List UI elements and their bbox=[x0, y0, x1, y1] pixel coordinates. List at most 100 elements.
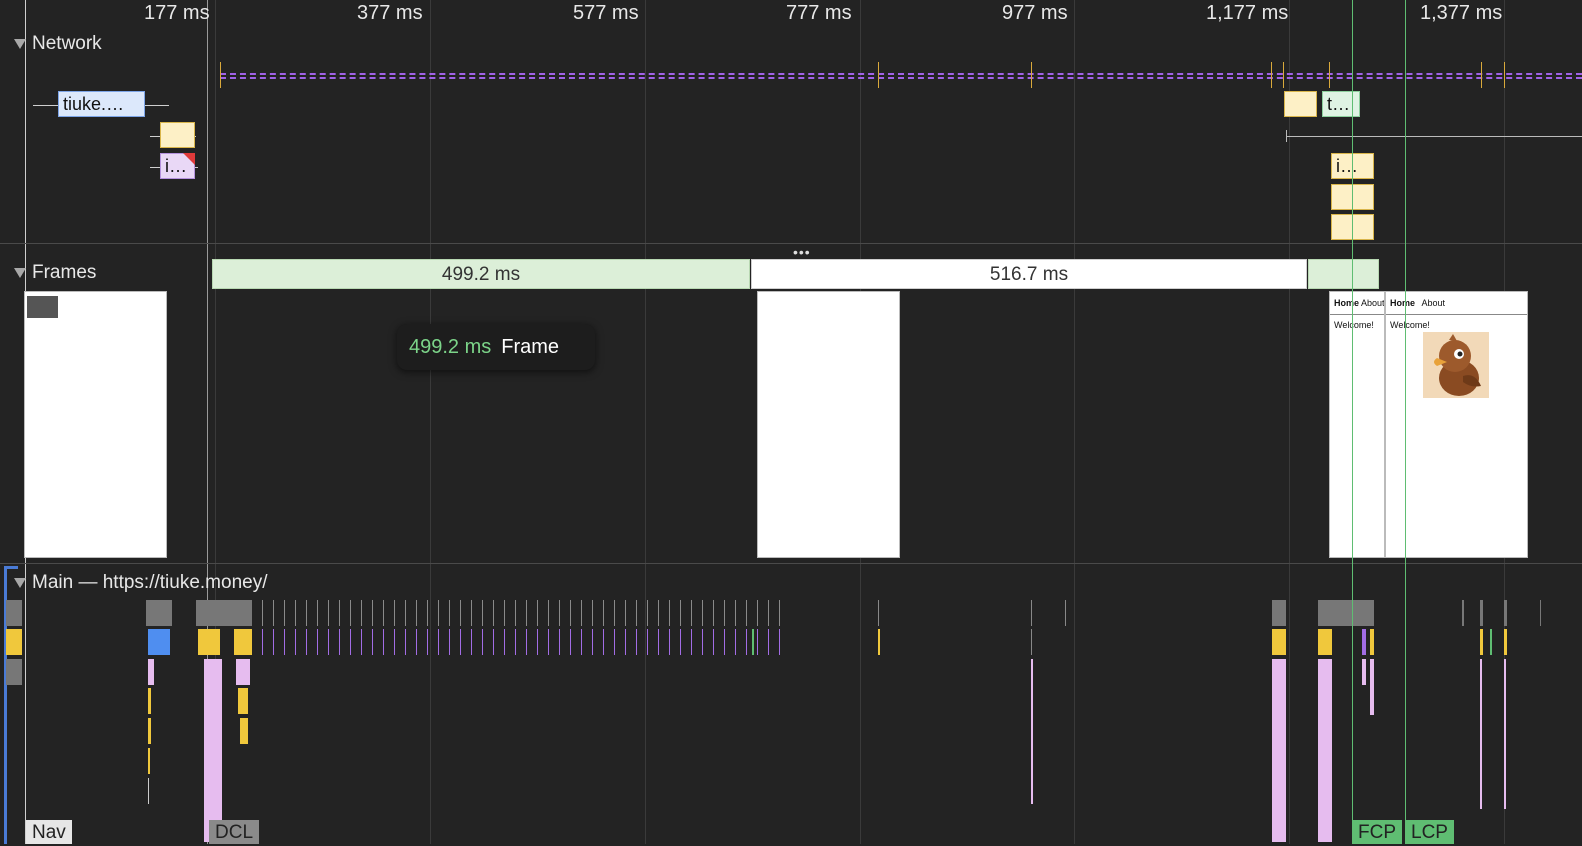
screenshot-nav-about: About bbox=[1421, 298, 1446, 308]
screenshot-dark-rect bbox=[27, 296, 58, 318]
task-tick bbox=[570, 600, 571, 626]
network-request-bar[interactable] bbox=[1284, 91, 1317, 117]
ruler-label: 977 ms bbox=[1002, 2, 1068, 24]
frame-block[interactable]: 499.2 ms bbox=[212, 259, 750, 289]
task-tick bbox=[339, 629, 340, 655]
task-tick bbox=[317, 629, 318, 655]
dcl-marker[interactable]: DCL bbox=[209, 820, 260, 844]
frame-screenshot[interactable] bbox=[24, 291, 167, 558]
task-tick bbox=[548, 629, 549, 655]
task-tick bbox=[713, 629, 714, 655]
task-tick bbox=[361, 629, 362, 655]
task-tick bbox=[482, 600, 483, 626]
task-tick bbox=[724, 629, 725, 655]
task-tick bbox=[482, 629, 483, 655]
network-tick bbox=[1283, 62, 1284, 88]
task-tick bbox=[493, 629, 494, 655]
task-tick bbox=[438, 600, 439, 626]
task-tick bbox=[625, 600, 626, 626]
task-tick bbox=[647, 600, 648, 626]
tooltip-duration: 499.2 ms bbox=[409, 335, 492, 358]
task-tick bbox=[680, 600, 681, 626]
task-tick bbox=[559, 629, 560, 655]
main-track-header[interactable]: Main — https://tiuke.money/ bbox=[14, 572, 268, 594]
task-tick bbox=[757, 600, 758, 626]
screenshot-body-text: Welcome! bbox=[1334, 320, 1374, 330]
frame-screenshot[interactable] bbox=[757, 291, 900, 558]
task-tick bbox=[372, 600, 373, 626]
screenshot-nav-about: About bbox=[1361, 298, 1385, 308]
network-request-bar[interactable] bbox=[160, 122, 195, 148]
task-tick bbox=[680, 629, 681, 655]
task-tick bbox=[515, 629, 516, 655]
task-tick bbox=[779, 629, 780, 655]
frame-screenshot[interactable]: Home About Welcome! bbox=[1385, 291, 1528, 558]
track-divider bbox=[0, 563, 1582, 564]
task-tick bbox=[658, 600, 659, 626]
task-tick bbox=[471, 600, 472, 626]
task-tick bbox=[328, 629, 329, 655]
task-tick bbox=[262, 600, 263, 626]
track-divider bbox=[0, 243, 1582, 244]
network-dashed-line bbox=[220, 73, 1582, 75]
task-tick bbox=[724, 600, 725, 626]
collapse-triangle-icon[interactable] bbox=[14, 578, 26, 588]
task-tick bbox=[515, 600, 516, 626]
network-tick bbox=[1329, 62, 1330, 88]
task-tick bbox=[625, 629, 626, 655]
frames-track-header[interactable]: Frames bbox=[14, 262, 96, 284]
task-tick bbox=[284, 629, 285, 655]
task-tick bbox=[438, 629, 439, 655]
request-whisker-cap bbox=[1286, 130, 1287, 142]
task-tick bbox=[636, 600, 637, 626]
task-tick bbox=[691, 600, 692, 626]
network-dashed-line bbox=[220, 77, 1582, 79]
network-request-bar[interactable]: t… bbox=[1322, 91, 1360, 117]
task-tick bbox=[647, 629, 648, 655]
network-track-title: Network bbox=[32, 33, 102, 54]
task-tick bbox=[471, 629, 472, 655]
frame-block[interactable] bbox=[1308, 259, 1379, 289]
task-tick bbox=[581, 629, 582, 655]
ruler-label: 1,177 ms bbox=[1206, 2, 1289, 24]
task-tick bbox=[383, 629, 384, 655]
frame-screenshot[interactable]: Home About Welcome! bbox=[1329, 291, 1385, 558]
fcp-line bbox=[1352, 0, 1353, 844]
lcp-line bbox=[1405, 0, 1406, 844]
ruler-label: 577 ms bbox=[573, 2, 639, 24]
resize-handle-dots-icon[interactable]: ••• bbox=[793, 244, 811, 260]
task-tick bbox=[559, 600, 560, 626]
network-request-bar[interactable]: tiuke.… bbox=[58, 91, 145, 117]
task-tick bbox=[416, 629, 417, 655]
collapse-triangle-icon[interactable] bbox=[14, 39, 26, 49]
network-track-header[interactable]: Network bbox=[14, 33, 102, 55]
task-tick bbox=[746, 629, 747, 655]
lcp-marker[interactable]: LCP bbox=[1405, 820, 1454, 844]
frame-block[interactable]: 516.7 ms bbox=[751, 259, 1307, 289]
task-tick bbox=[504, 600, 505, 626]
task-tick bbox=[603, 629, 604, 655]
task-tick bbox=[350, 629, 351, 655]
task-tick bbox=[449, 629, 450, 655]
task-tick bbox=[669, 629, 670, 655]
task-tick bbox=[372, 629, 373, 655]
nav-marker[interactable]: Nav bbox=[26, 820, 72, 844]
task-tick bbox=[383, 600, 384, 626]
task-tick bbox=[735, 600, 736, 626]
network-tick bbox=[1504, 62, 1505, 88]
task-tick bbox=[537, 600, 538, 626]
task-tick bbox=[526, 600, 527, 626]
task-tick bbox=[746, 600, 747, 626]
task-tick bbox=[757, 629, 758, 655]
task-tick bbox=[284, 600, 285, 626]
task-tick bbox=[702, 600, 703, 626]
flame-chart[interactable] bbox=[0, 598, 1582, 844]
task-tick bbox=[713, 600, 714, 626]
request-whisker bbox=[1286, 136, 1582, 137]
task-tick bbox=[460, 600, 461, 626]
task-tick bbox=[416, 600, 417, 626]
ruler-label: 777 ms bbox=[786, 2, 852, 24]
collapse-triangle-icon[interactable] bbox=[14, 268, 26, 278]
screenshot-nav-home: Home bbox=[1390, 298, 1416, 308]
fcp-marker[interactable]: FCP bbox=[1352, 820, 1402, 844]
